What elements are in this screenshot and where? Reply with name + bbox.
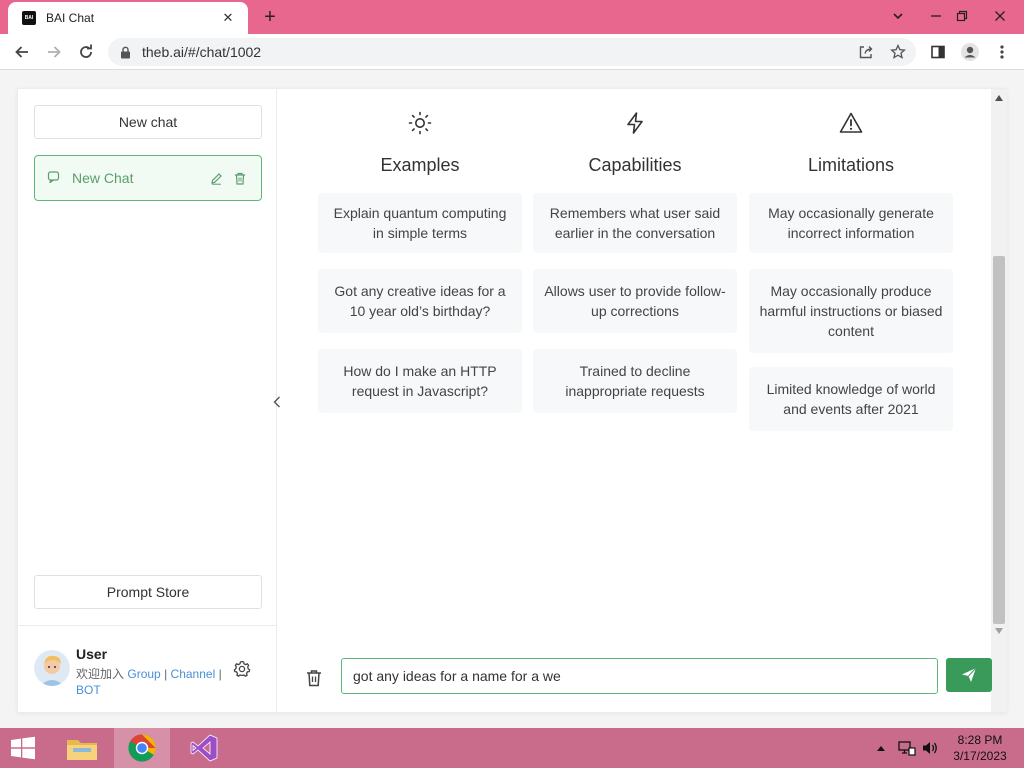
scrollbar-thumb[interactable] [993,256,1005,624]
chat-app: New chat New Chat Prompt Store User 欢迎加入… [17,88,1007,713]
vertical-scrollbar[interactable] [991,89,1007,712]
network-icon[interactable] [896,728,918,768]
close-tab-icon[interactable]: ✕ [218,8,238,28]
limitation-card: May occasionally produce harmful instruc… [749,269,953,353]
limitation-card: May occasionally generate incorrect info… [749,193,953,253]
message-composer [278,649,992,709]
limitation-card: Limited knowledge of world and events af… [749,367,953,431]
main-panel: Examples Explain quantum computing in si… [278,89,1006,712]
share-icon[interactable] [856,42,876,62]
back-arrow-icon[interactable] [10,40,34,64]
message-input[interactable] [341,658,938,694]
new-tab-button[interactable]: + [258,5,282,29]
profile-icon[interactable] [958,40,982,64]
send-button[interactable] [946,658,992,692]
system-clock[interactable]: 8:28 PM 3/17/2023 [940,732,1020,764]
restore-window-icon[interactable] [948,4,976,28]
scroll-down-arrow-icon[interactable] [995,627,1003,635]
clear-chat-trash-icon[interactable] [304,667,324,689]
capability-card: Trained to decline inappropriate request… [533,349,737,413]
join-text: 欢迎加入 [76,667,125,681]
user-panel: User 欢迎加入 Group | Channel | BOT [18,625,277,712]
page-content: New chat New Chat Prompt Store User 欢迎加入… [0,71,1024,728]
sun-icon [408,111,432,135]
reload-icon[interactable] [74,40,98,64]
group-link[interactable]: Group [127,667,160,681]
lock-icon[interactable] [120,45,132,59]
minimize-window-icon[interactable] [922,4,950,28]
side-panel-icon[interactable] [926,40,950,64]
warning-icon [839,111,863,135]
volume-speaker-icon[interactable] [920,728,940,768]
example-card[interactable]: How do I make an HTTP request in Javascr… [318,349,522,413]
community-links: 欢迎加入 Group | Channel | BOT [76,666,226,698]
lightning-icon [623,111,647,135]
sidebar-chat-item[interactable]: New Chat [34,155,262,201]
tab-title: BAI Chat [46,11,95,25]
forward-arrow-icon[interactable] [42,40,66,64]
send-paper-plane-icon [962,667,977,682]
visual-studio-icon[interactable] [176,728,232,768]
examples-title: Examples [380,155,460,175]
bai-favicon-icon: BAI [22,11,36,25]
close-window-icon[interactable] [986,4,1014,28]
clock-time: 8:28 PM [957,733,1003,747]
bookmark-star-icon[interactable] [888,42,908,62]
chat-item-label: New Chat [72,170,134,186]
prompt-store-button[interactable]: Prompt Store [34,575,262,609]
delete-trash-icon[interactable] [231,169,249,187]
capability-card: Allows user to provide follow-up correct… [533,269,737,333]
chat-bubble-icon [47,170,60,186]
channel-link[interactable]: Channel [171,667,216,681]
tab-search-chevron-icon[interactable] [884,4,912,28]
browser-toolbar: theb.ai/#/chat/1002 [0,34,1024,70]
example-card[interactable]: Got any creative ideas for a 10 year old… [318,269,522,333]
browser-tab-strip: BAI BAI Chat ✕ + [0,0,1024,34]
windows-taskbar: 8:28 PM 3/17/2023 [0,728,1024,768]
address-bar[interactable]: theb.ai/#/chat/1002 [108,38,916,66]
settings-gear-icon[interactable] [232,659,252,679]
link-separator: | [164,667,168,681]
browser-tab[interactable]: BAI BAI Chat ✕ [8,2,248,34]
bot-link[interactable]: BOT [76,683,101,697]
user-avatar[interactable] [34,650,70,686]
new-chat-button[interactable]: New chat [34,105,262,139]
windows-start-icon[interactable] [8,736,38,760]
user-name: User [76,646,108,662]
file-explorer-icon[interactable] [54,728,110,768]
clock-date: 3/17/2023 [953,749,1007,763]
scroll-up-arrow-icon[interactable] [995,94,1003,102]
capability-card: Remembers what user said earlier in the … [533,193,737,253]
url-text: theb.ai/#/chat/1002 [142,44,262,60]
link-separator: | [218,667,222,681]
edit-pencil-icon[interactable] [207,169,225,187]
chrome-icon[interactable] [114,728,170,768]
show-hidden-icons-chevron-icon[interactable] [874,728,888,768]
limitations-title: Limitations [807,155,895,175]
more-menu-icon[interactable] [990,40,1014,64]
example-card[interactable]: Explain quantum computing in simple term… [318,193,522,253]
sidebar: New chat New Chat Prompt Store User 欢迎加入… [18,89,277,712]
capabilities-title: Capabilities [588,155,682,175]
